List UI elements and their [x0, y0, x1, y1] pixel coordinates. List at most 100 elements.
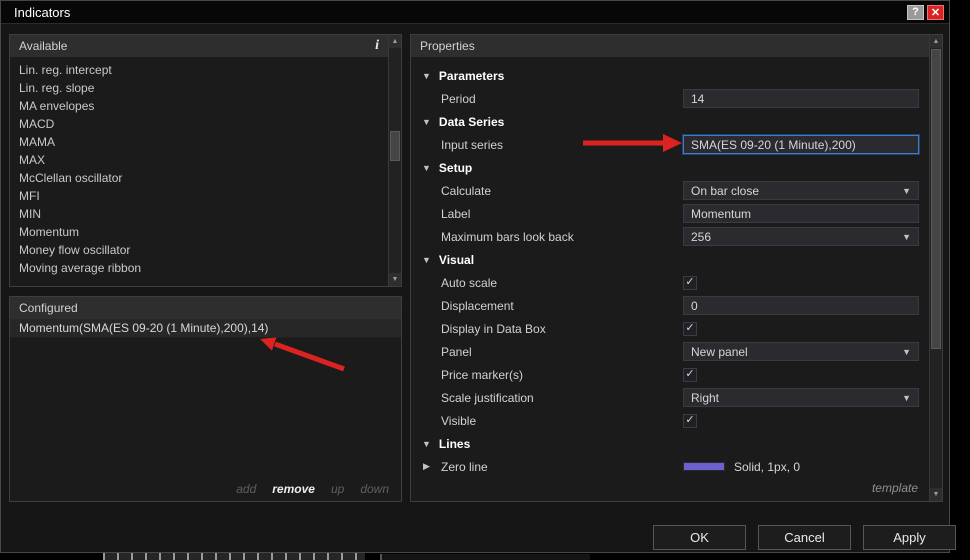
chevron-down-icon: ▼	[902, 231, 911, 242]
expand-right-icon[interactable]: ▶	[423, 461, 441, 472]
cancel-button[interactable]: Cancel	[758, 525, 851, 550]
available-header: Available i	[10, 35, 388, 57]
property-value: Momentum	[683, 203, 919, 224]
line-color-swatch	[683, 462, 725, 471]
close-button[interactable]: ✕	[927, 4, 944, 20]
ok-button[interactable]: OK	[653, 525, 746, 550]
auto-scale-checkbox[interactable]: ✓	[683, 275, 697, 290]
displacement-input[interactable]: 0	[683, 296, 919, 315]
properties-grid: ▼ Parameters Period 14 ▼ Data Series Input ser…	[411, 57, 929, 501]
input-series-input[interactable]: SMA(ES 09-20 (1 Minute),200)	[683, 135, 919, 154]
indicators-dialog: Indicators ? ✕ Available i Lin. reg. int…	[0, 0, 956, 553]
property-label: Auto scale	[441, 275, 498, 290]
available-item-mcclellan-oscillator[interactable]: McClellan oscillator	[10, 169, 401, 187]
available-item-lin-reg-slope[interactable]: Lin. reg. slope	[10, 79, 401, 97]
scrollbar-thumb[interactable]	[390, 131, 400, 161]
property-row: Displacement 0	[411, 294, 929, 317]
available-header-label: Available	[19, 39, 68, 53]
group-data-series[interactable]: ▼ Data Series	[411, 110, 929, 133]
help-button[interactable]: ?	[907, 4, 924, 20]
available-item-moving-average-ribbon[interactable]: Moving average ribbon	[10, 259, 401, 277]
template-link[interactable]: template	[872, 481, 918, 495]
configured-item[interactable]: Momentum(SMA(ES 09-20 (1 Minute),200),14…	[10, 319, 401, 338]
background-chart-fragment	[380, 554, 590, 560]
property-value: 0	[683, 295, 919, 316]
property-row: Price marker(s) ✓	[411, 363, 929, 386]
group-lines[interactable]: ▼ Lines	[411, 432, 929, 455]
remove-button[interactable]: remove	[272, 482, 315, 496]
property-row: Period 14	[411, 87, 929, 110]
property-value: Right ▼	[683, 387, 919, 408]
properties-scrollbar[interactable]: ▲ ▼	[929, 35, 942, 501]
calculate-select[interactable]: On bar close ▼	[683, 181, 919, 200]
group-visual[interactable]: ▼ Visual	[411, 248, 929, 271]
property-label: Input series	[441, 137, 504, 152]
chevron-down-icon: ▼	[422, 70, 431, 81]
group-label: Parameters	[438, 68, 505, 83]
property-label: Label	[441, 206, 471, 221]
property-label: Calculate	[441, 183, 492, 198]
configured-header-label: Configured	[19, 301, 78, 315]
property-value: ✓	[683, 364, 919, 385]
property-value: Solid, 1px, 0	[683, 456, 919, 477]
visible-checkbox[interactable]: ✓	[683, 413, 697, 428]
chevron-down-icon: ▼	[422, 162, 431, 173]
group-label: Lines	[438, 436, 471, 451]
available-item-mfi[interactable]: MFI	[10, 187, 401, 205]
display-in-data-box-checkbox[interactable]: ✓	[683, 321, 697, 336]
panel-select[interactable]: New panel ▼	[683, 342, 919, 361]
available-item-max[interactable]: MAX	[10, 151, 401, 169]
scrollbar-thumb[interactable]	[931, 49, 941, 349]
available-list: Lin. reg. intercept Lin. reg. slope MA env…	[10, 57, 401, 277]
property-value: SMA(ES 09-20 (1 Minute),200)	[683, 134, 919, 155]
chevron-down-icon: ▼	[422, 438, 431, 449]
add-button[interactable]: add	[236, 482, 256, 496]
available-item-ma-envelopes[interactable]: MA envelopes	[10, 97, 401, 115]
property-label: Display in Data Box	[441, 321, 546, 336]
property-label: Panel	[441, 344, 472, 359]
configured-panel: Configured Momentum(SMA(ES 09-20 (1 Minu…	[9, 296, 402, 502]
title-bar[interactable]: Indicators ? ✕	[1, 1, 949, 24]
check-icon: ✓	[685, 368, 695, 380]
apply-button[interactable]: Apply	[863, 525, 956, 550]
available-panel: Available i Lin. reg. intercept Lin. reg.…	[9, 34, 402, 287]
group-label: Data Series	[438, 114, 505, 129]
down-button[interactable]: down	[360, 482, 389, 496]
property-row: Panel New panel ▼	[411, 340, 929, 363]
available-scrollbar[interactable]: ▲ ▼	[388, 35, 401, 286]
available-item-momentum[interactable]: Momentum	[10, 223, 401, 241]
property-label: Visible	[441, 413, 477, 428]
scroll-down-icon[interactable]: ▼	[930, 488, 942, 501]
available-item-min[interactable]: MIN	[10, 205, 401, 223]
property-label: Maximum bars look back	[441, 229, 574, 244]
property-value: ✓	[683, 272, 919, 293]
property-row: Display in Data Box ✓	[411, 317, 929, 340]
scroll-up-icon[interactable]: ▲	[389, 35, 401, 48]
maximum-bars-look-back-select[interactable]: 256 ▼	[683, 227, 919, 246]
property-row: Label Momentum	[411, 202, 929, 225]
scale-justification-select[interactable]: Right ▼	[683, 388, 919, 407]
up-button[interactable]: up	[331, 482, 344, 496]
price-marker-s-checkbox[interactable]: ✓	[683, 367, 697, 382]
property-value: 256 ▼	[683, 226, 919, 247]
scroll-up-icon[interactable]: ▲	[930, 35, 942, 48]
available-item-lin-reg-intercept[interactable]: Lin. reg. intercept	[10, 61, 401, 79]
property-value: ✓	[683, 410, 919, 431]
group-parameters[interactable]: ▼ Parameters	[411, 64, 929, 87]
property-value: New panel ▼	[683, 341, 919, 362]
scroll-down-icon[interactable]: ▼	[389, 273, 401, 286]
property-row: Visible ✓	[411, 409, 929, 432]
property-row: Scale justification Right ▼	[411, 386, 929, 409]
available-item-money-flow-oscillator[interactable]: Money flow oscillator	[10, 241, 401, 259]
configured-actions: add remove up down	[236, 482, 389, 496]
available-item-macd[interactable]: MACD	[10, 115, 401, 133]
property-row: Input series SMA(ES 09-20 (1 Minute),200)	[411, 133, 929, 156]
info-icon[interactable]: i	[375, 38, 379, 54]
period-input[interactable]: 14	[683, 89, 919, 108]
group-label: Setup	[438, 160, 473, 175]
label-input[interactable]: Momentum	[683, 204, 919, 223]
available-item-mama[interactable]: MAMA	[10, 133, 401, 151]
configured-list: Momentum(SMA(ES 09-20 (1 Minute),200),14…	[10, 319, 401, 338]
zero-line-style[interactable]: Solid, 1px, 0	[683, 460, 800, 474]
group-setup[interactable]: ▼ Setup	[411, 156, 929, 179]
